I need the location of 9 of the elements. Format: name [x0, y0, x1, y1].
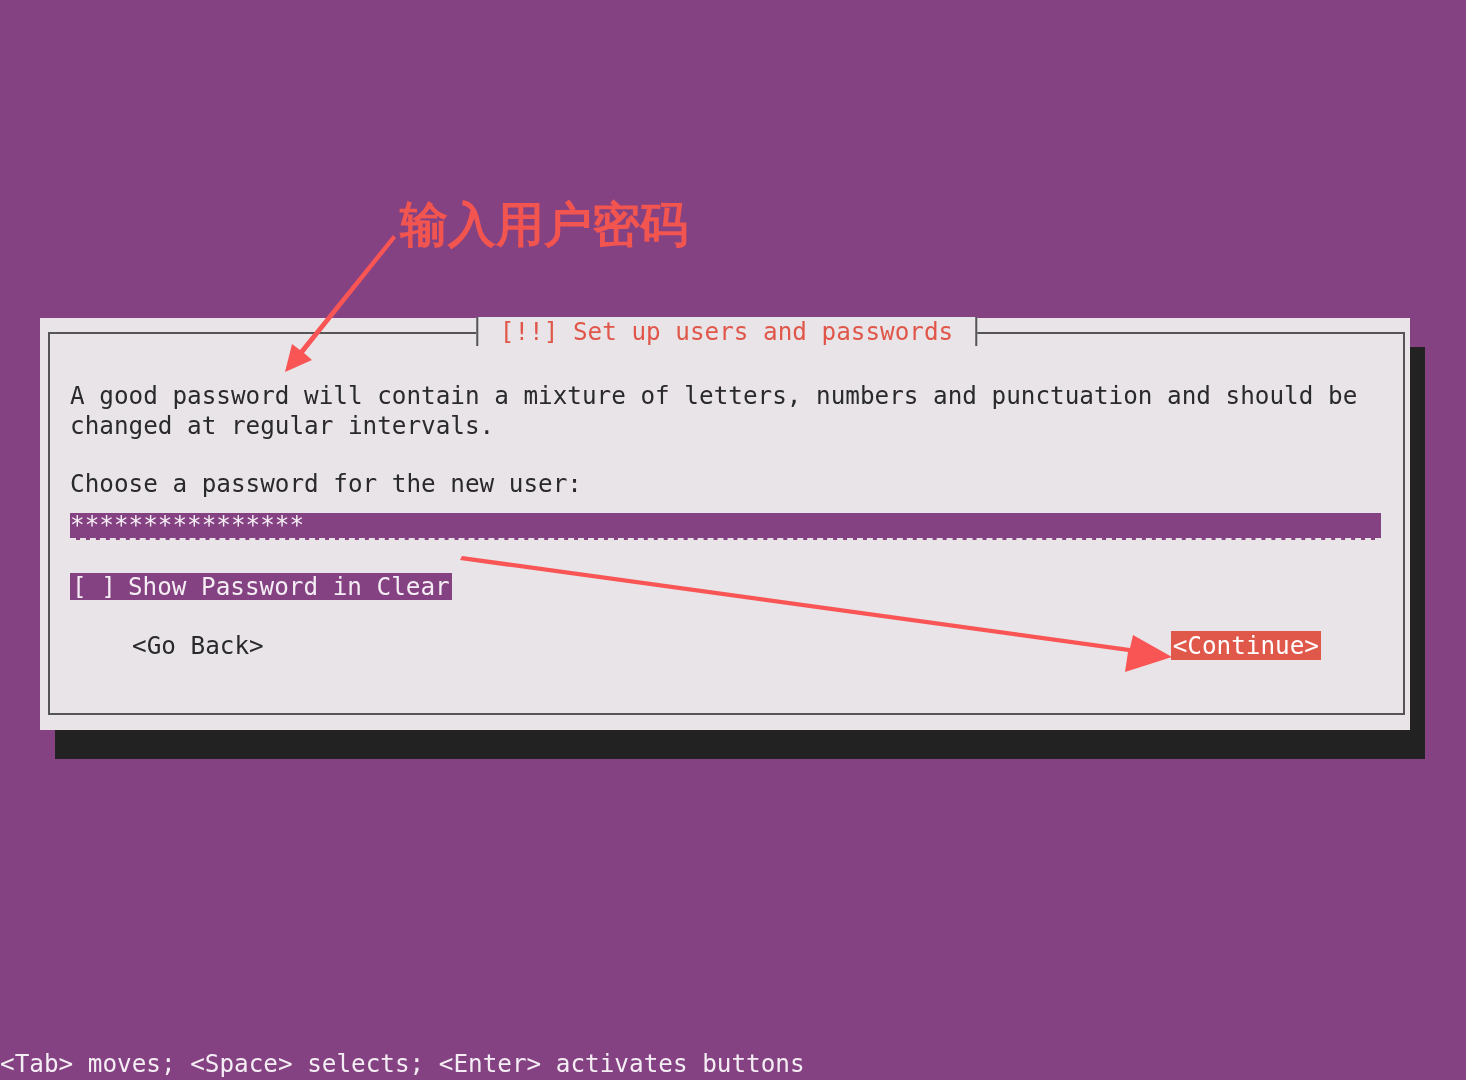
description-text: A good password will contain a mixture of letters, numbers and punctuation and should be changed at regular intervals.	[70, 381, 1359, 440]
dialog-button[interactable]: <Continue>	[1170, 630, 1321, 660]
password-field[interactable]: ****************	[70, 512, 1381, 540]
annotation-label: 输入用户密码	[400, 195, 688, 254]
status-bar-hint: <Tab> moves; <Space> selects; <Enter> activates buttons	[0, 1050, 805, 1080]
prompt-text: Choose a password for the new user:	[70, 469, 582, 499]
dialog-title: [!!] Set up users and passwords	[475, 317, 978, 346]
dialog-button[interactable]: <Go Back>	[130, 630, 266, 660]
show-password-checkbox[interactable]: [ ] Show Password in Clear	[70, 572, 452, 600]
